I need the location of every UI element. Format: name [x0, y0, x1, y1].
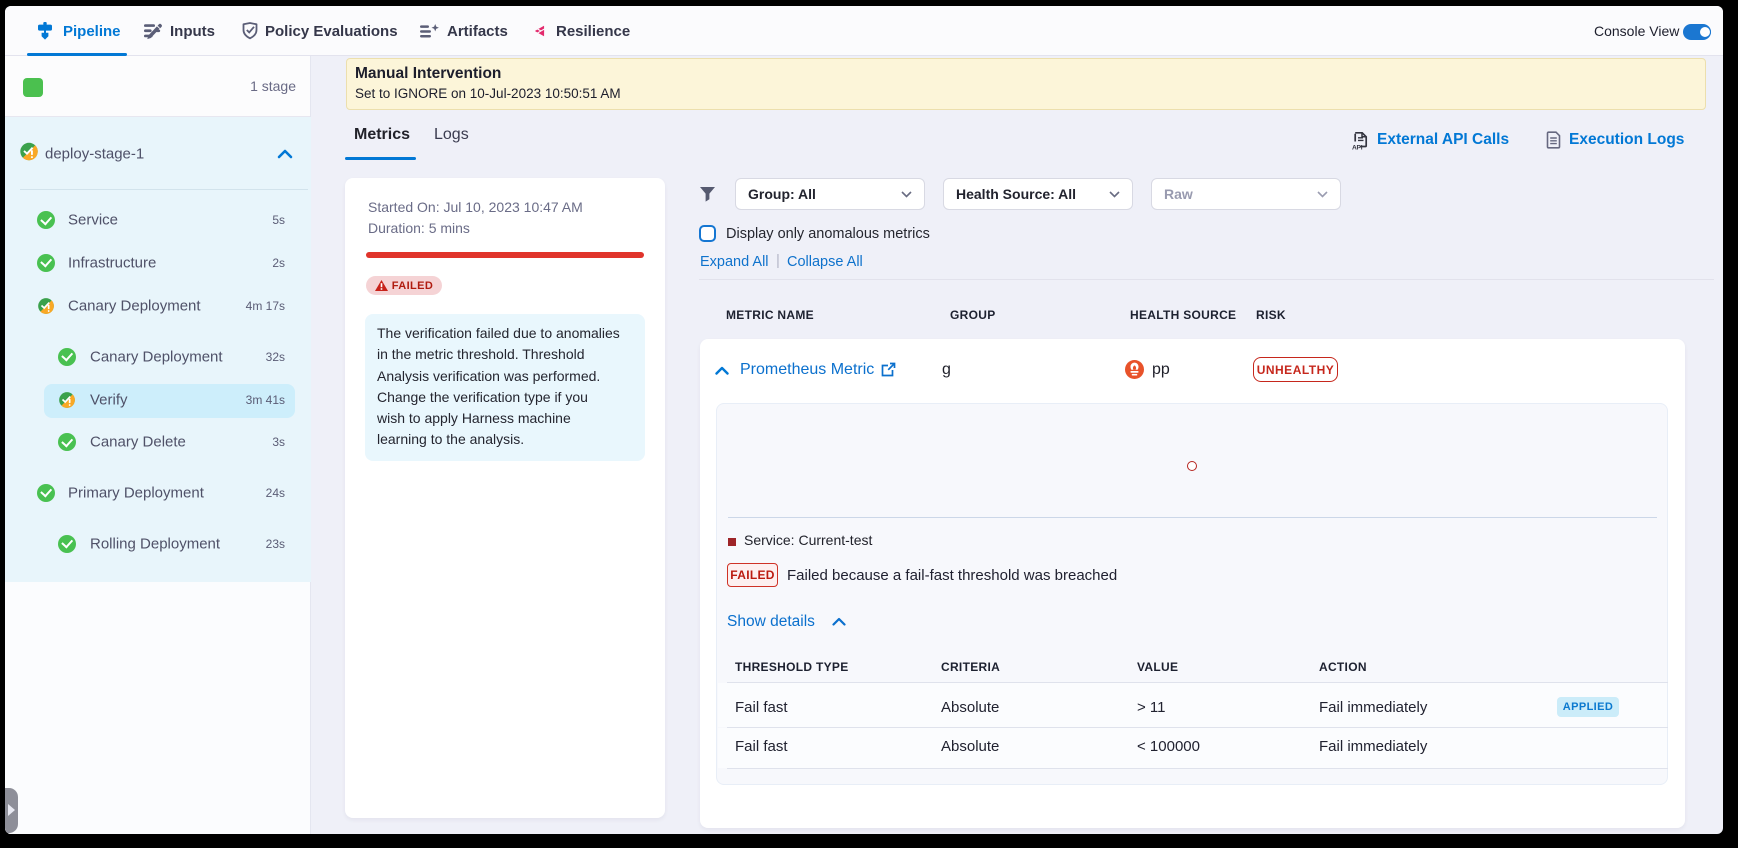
svg-text:API: API [1352, 144, 1363, 150]
